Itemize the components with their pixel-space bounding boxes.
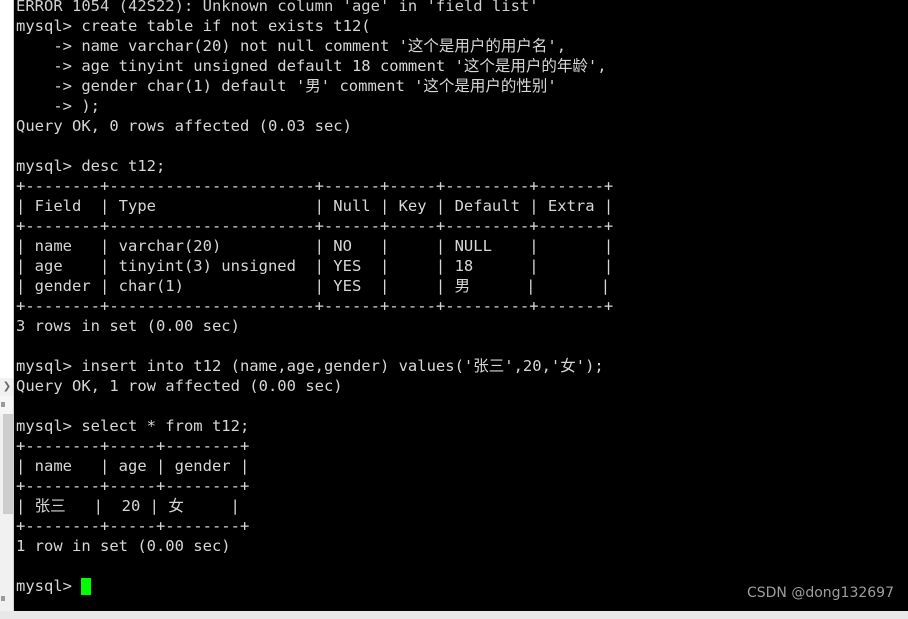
desc-table-row-name: | name | varchar(20) | NO | | NULL | |	[16, 237, 614, 255]
desc-table-header: | Field | Type | Null | Key | Default | …	[16, 197, 614, 215]
vertical-scrollbar[interactable]: ❯	[0, 0, 14, 619]
terminal-output[interactable]: ERROR 1054 (42S22): Unknown column 'age'…	[16, 0, 908, 596]
terminal-line-col-name: -> name varchar(20) not null comment '这个…	[16, 37, 567, 55]
select-table-row-1: | 张三 | 20 | 女 |	[16, 497, 240, 515]
watermark-label: CSDN @dong132697	[746, 585, 894, 601]
desc-table-row-age: | age | tinyint(3) unsigned | YES | | 18…	[16, 257, 614, 275]
select-table-header: | name | age | gender |	[16, 457, 250, 475]
terminal-line-close-paren: -> );	[16, 97, 100, 115]
terminal-line-query-ok-insert: Query OK, 1 row affected (0.00 sec)	[16, 377, 343, 395]
terminal-line-error: ERROR 1054 (42S22): Unknown column 'age'…	[16, 0, 539, 15]
terminal-line-query-ok-create: Query OK, 0 rows affected (0.03 sec)	[16, 117, 352, 135]
select-table-rule-bottom: +--------+-----+--------+	[16, 517, 250, 535]
terminal-line-desc-cmd: mysql> desc t12;	[16, 157, 166, 175]
scrollbar-tick-upper	[1, 402, 5, 407]
terminal-line-insert-cmd: mysql> insert into t12 (name,age,gender)…	[16, 357, 604, 375]
desc-table-row-gender: | gender | char(1) | YES | | 男 | |	[16, 277, 611, 295]
terminal-line-blank-4	[16, 556, 908, 576]
terminal-line-col-gender: -> gender char(1) default '男' comment '这…	[16, 77, 557, 95]
prompt-label: mysql>	[16, 577, 82, 595]
scrollbar-tick-lower	[1, 596, 5, 601]
desc-table-rule-mid: +--------+----------------------+------+…	[16, 217, 614, 235]
select-table-rule-top: +--------+-----+--------+	[16, 437, 250, 455]
terminal-line-blank-1	[16, 136, 908, 156]
desc-table-footer: 3 rows in set (0.00 sec)	[16, 317, 240, 335]
terminal-line-blank-2	[16, 336, 908, 356]
cursor-block	[81, 577, 92, 595]
terminal-window: ❯ ERROR 1054 (42S22): Unknown column 'ag…	[0, 0, 908, 619]
scrollbar-track-upper[interactable]	[0, 0, 14, 378]
terminal-line-blank-3	[16, 396, 908, 416]
select-table-footer: 1 row in set (0.00 sec)	[16, 537, 231, 555]
desc-table-rule-top: +--------+----------------------+------+…	[16, 177, 614, 195]
scrollbar-border	[13, 0, 14, 619]
desc-table-rule-bottom: +--------+----------------------+------+…	[16, 297, 614, 315]
terminal-line-create-table: mysql> create table if not exists t12(	[16, 17, 371, 35]
terminal-line-col-age: -> age tinyint unsigned default 18 comme…	[16, 57, 607, 75]
scrollbar-arrow-icon[interactable]: ❯	[0, 378, 14, 396]
terminal-line-select-cmd: mysql> select * from t12;	[16, 417, 250, 435]
select-table-rule-mid: +--------+-----+--------+	[16, 477, 250, 495]
window-bottom-edge	[0, 611, 908, 619]
